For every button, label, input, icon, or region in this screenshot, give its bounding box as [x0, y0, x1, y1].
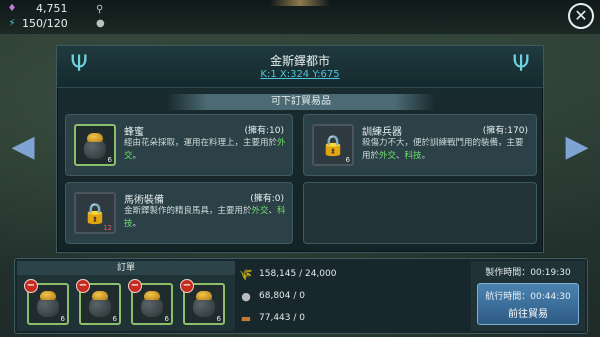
desc-separator: 、 — [396, 151, 405, 161]
gem-counter: ♦ 4,751 — [6, 2, 68, 15]
desc-highlight: 外交 — [251, 206, 269, 216]
gem-value: 4,751 — [36, 2, 68, 15]
item-thumbnail: 🔒 6 — [312, 124, 354, 166]
item-description: 經由花朵採取，運用在料理上，主要用於外交。 — [124, 137, 286, 163]
next-arrow-button[interactable]: ▶ — [562, 131, 592, 163]
honey-jar-icon — [82, 132, 108, 160]
section-title: 可下訂貿易品 — [167, 94, 435, 110]
resource-value: 158,145 / 24,000 — [259, 269, 337, 279]
city-coordinates-link[interactable]: K:1 X:324 Y:675 — [57, 69, 543, 80]
trade-item-card[interactable]: 6 蜂蜜 (擁有:10) 經由花朵採取，運用在料理上，主要用於外交。 — [65, 114, 293, 176]
top-mini-icons[interactable]: ⚲ ● — [96, 3, 105, 31]
order-slot[interactable]: − 6 — [128, 279, 173, 325]
trade-item-card[interactable]: 🔒 6 訓練兵器 (擁有:170) 殺傷力不大，便於訓練戰鬥用的裝備，主要用於外… — [303, 114, 537, 176]
resource-line: ▬ 77,443 / 0 — [239, 311, 305, 325]
item-description: 金斯鐸製作的精良馬具，主要用於外交、科技。 — [124, 205, 286, 231]
chat-icon[interactable]: ● — [96, 17, 105, 31]
item-title: 訓練兵器 — [362, 127, 402, 138]
item-thumbnail: 🔒 12 — [74, 192, 116, 234]
honey-jar-icon — [87, 290, 113, 318]
orders-title: 訂單 — [17, 261, 235, 275]
energy-icon: ⚡ — [8, 18, 16, 29]
order-qty: 6 — [164, 315, 169, 323]
sailing-time: 航行時間：00:44:30 — [485, 292, 571, 302]
desc-separator: 、 — [268, 206, 278, 216]
resource-line: 🌾 158,145 / 24,000 — [239, 267, 336, 281]
order-slot[interactable]: − 6 — [24, 279, 69, 325]
resource-value: 68,804 / 0 — [259, 291, 305, 301]
top-ornament — [270, 0, 330, 6]
order-list: 訂單 − 6 − 6 − 6 − 6 — [17, 261, 235, 331]
order-qty: 6 — [216, 315, 221, 323]
honey-jar-icon — [35, 290, 61, 318]
trade-dialog: Ψ 金斯鐸都市 K:1 X:324 Y:675 Ψ 可下訂貿易品 6 蜂蜜 (擁… — [56, 45, 544, 253]
desc-text-end: 。 — [132, 151, 142, 161]
production-time: 製作時間：00:19:30 — [485, 268, 571, 278]
order-qty: 6 — [60, 315, 65, 323]
go-trade-label: 前往貿易 — [508, 309, 548, 320]
honey-jar-icon — [139, 290, 165, 318]
prev-arrow-button[interactable]: ◀ — [8, 131, 38, 163]
city-name: 金斯鐸都市 — [269, 54, 330, 68]
item-count: 6 — [107, 156, 112, 164]
gem-icon: ♦ — [7, 3, 17, 14]
order-slot[interactable]: − 6 — [76, 279, 121, 325]
desc-text-end: 。 — [421, 151, 431, 161]
timer-panel: 製作時間：00:19:30 航行時間：00:44:30 前往貿易 — [471, 261, 585, 331]
order-qty: 6 — [112, 315, 117, 323]
energy-value: 150/120 — [22, 17, 68, 30]
go-trade-button[interactable]: 航行時間：00:44:30 前往貿易 — [477, 283, 579, 325]
item-count: 12 — [103, 224, 112, 232]
resource-value: 77,443 / 0 — [259, 313, 305, 323]
desc-text: 金斯鐸製作的精良馬具，主要用於 — [124, 206, 252, 216]
dialog-header: Ψ 金斯鐸都市 K:1 X:324 Y:675 Ψ — [57, 46, 543, 88]
desc-highlight: 科技 — [404, 151, 422, 161]
item-owned: (擁有:0) — [250, 194, 284, 204]
wheat-icon: 🌾 — [239, 267, 253, 281]
item-owned: (擁有:170) — [482, 126, 528, 136]
close-button[interactable]: ✕ — [568, 3, 594, 29]
desc-text-end: 。 — [132, 219, 142, 229]
resource-summary: 🌾 158,145 / 24,000 ● 68,804 / 0 ▬ 77,443… — [239, 263, 459, 329]
top-status-bar: ♦ 4,751 ⚡ 150/120 ⚲ ● ✕ — [0, 0, 600, 34]
desc-highlight: 外交 — [379, 151, 397, 161]
item-thumbnail: 6 — [74, 124, 116, 166]
trade-item-card[interactable]: 🔒 12 馬術裝備 (擁有:0) 金斯鐸製作的精良馬具，主要用於外交、科技。 — [65, 182, 293, 244]
item-description: 殺傷力不大，便於訓練戰鬥用的裝備，主要用於外交、科技。 — [362, 137, 530, 163]
order-slot[interactable]: − 6 — [180, 279, 225, 325]
item-title: 馬術裝備 — [124, 195, 164, 206]
item-owned: (擁有:10) — [244, 126, 284, 136]
wood-icon: ▬ — [240, 311, 252, 325]
trident-emblem-icon: Ψ — [512, 52, 530, 77]
item-title: 蜂蜜 — [124, 127, 144, 138]
resource-line: ● 68,804 / 0 — [239, 289, 305, 303]
energy-counter: ⚡ 150/120 — [6, 17, 68, 30]
order-panel: 訂單 − 6 − 6 − 6 − 6 🌾 158,145 / 24,000 ● — [14, 258, 588, 334]
item-count: 6 — [345, 156, 350, 164]
honey-jar-icon — [191, 290, 217, 318]
empty-card-slot — [303, 182, 537, 244]
desc-text: 經由花朵採取，運用在料理上，主要用於 — [124, 138, 278, 148]
stone-icon: ● — [241, 289, 251, 303]
pin-icon[interactable]: ⚲ — [96, 3, 105, 17]
